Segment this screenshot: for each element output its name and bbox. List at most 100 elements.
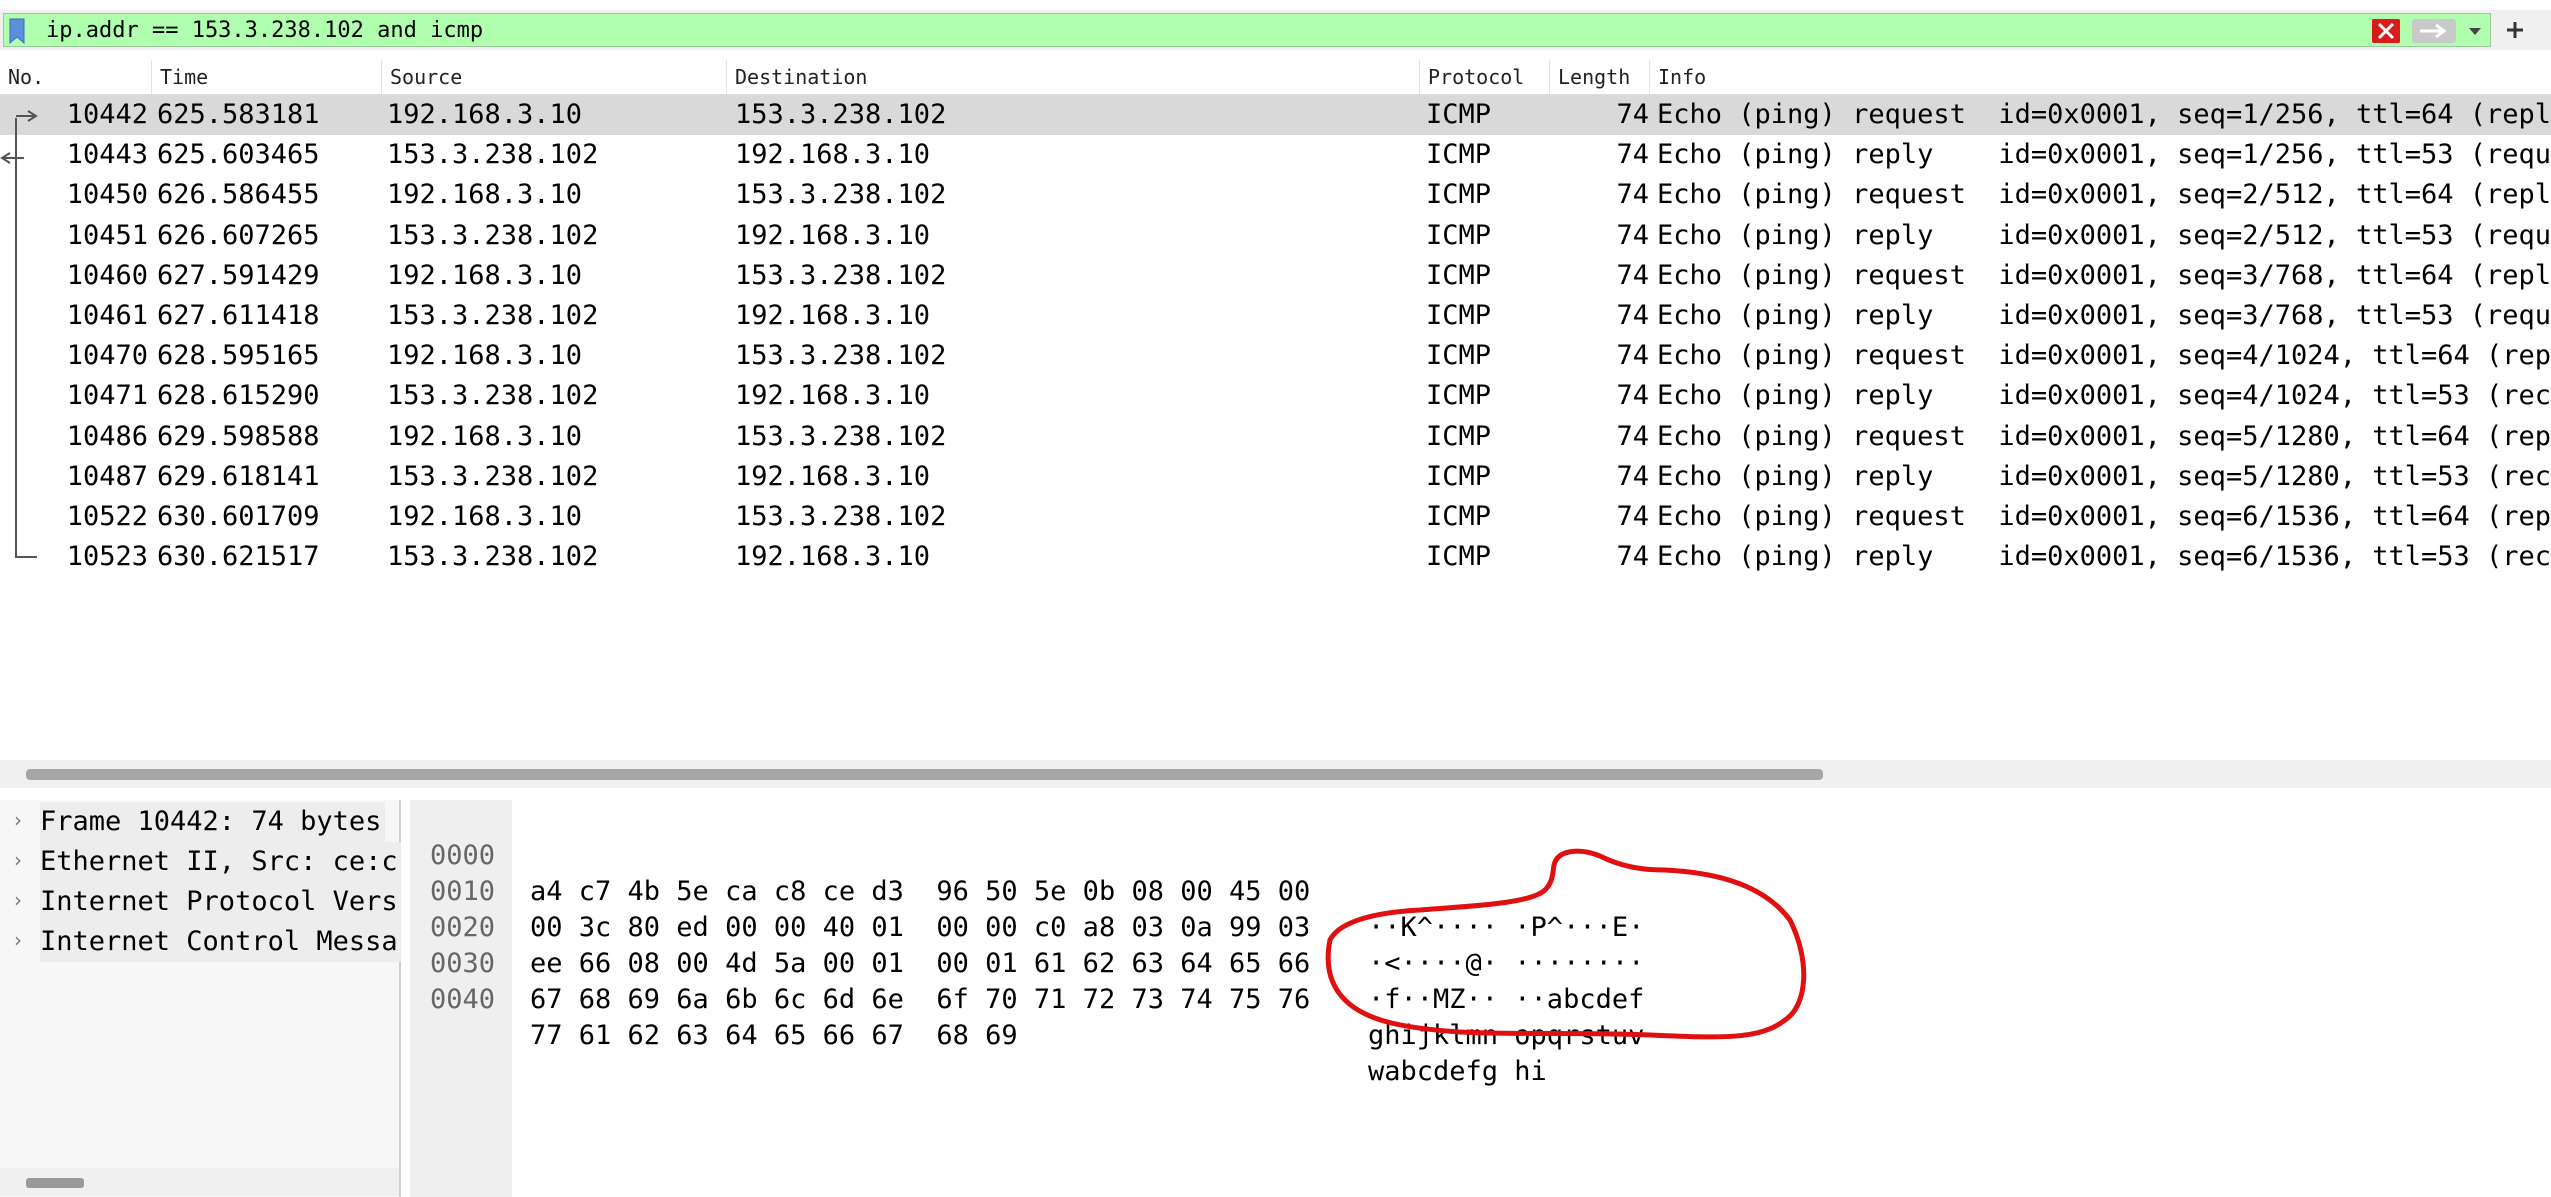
plus-icon[interactable] (2500, 14, 2530, 46)
display-filter-input[interactable]: ip.addr == 153.3.238.102 and icmp (3, 13, 2491, 47)
column-header-source[interactable]: Source (382, 60, 727, 94)
packet-destination: 192.168.3.10 (735, 139, 931, 171)
packet-info: Echo (ping) reply id=0x0001, seq=4/1024,… (1657, 380, 2551, 412)
packet-protocol: ICMP (1426, 501, 1492, 532)
packet-time: 630.621517 (157, 541, 320, 573)
packet-row[interactable]: 10460 627.591429 192.168.3.10 153.3.238.102… (0, 256, 2551, 296)
bytes-row: 0020 ee 66 08 00 4d 5a 00 01 00 01 61 62… (410, 874, 1644, 1015)
column-header-no[interactable]: No. (0, 60, 152, 94)
packet-number: 10523 (66, 541, 148, 573)
packet-length: 74 (1616, 219, 1649, 251)
packet-source: 153.3.238.102 (387, 541, 599, 573)
chevron-down-icon[interactable] (2464, 19, 2486, 43)
packet-number: 10450 (66, 179, 148, 211)
packet-number: 10461 (66, 300, 148, 331)
column-header-time[interactable]: Time (152, 60, 382, 94)
column-header-destination[interactable]: Destination (727, 60, 1420, 94)
packet-time: 628.615290 (157, 380, 320, 412)
bytes-hex[interactable]: 77 61 62 63 64 65 66 67 68 69 (530, 1018, 1018, 1054)
packet-number: 10486 (66, 420, 148, 452)
bytes-ascii[interactable]: ghijklmn opqrstuv (1368, 1018, 1644, 1054)
packet-time: 626.586455 (157, 179, 320, 211)
packet-info: Echo (ping) reply id=0x0001, seq=3/768, … (1657, 300, 2551, 331)
details-scrollbar[interactable] (0, 1168, 399, 1196)
packet-row[interactable]: 10486 629.598588 192.168.3.10 153.3.238.102… (0, 417, 2551, 457)
bytes-row: 0000 a4 c7 4b 5e ca c8 ce d3 96 50 5e 0b… (410, 802, 1644, 943)
tree-item-label: Ethernet II, Src: ce:c (40, 842, 401, 882)
packet-destination: 153.3.238.102 (735, 179, 947, 211)
packet-source: 153.3.238.102 (387, 460, 599, 492)
packet-row[interactable]: 10442 625.583181 192.168.3.10 153.3.238.102… (0, 95, 2551, 135)
packet-number: 10442 (66, 99, 148, 130)
tree-item-ethernet[interactable]: › Ethernet II, Src: ce:c (0, 842, 401, 882)
bytes-ascii[interactable]: wabcdefg hi (1368, 1054, 1547, 1090)
column-header-info[interactable]: Info (1650, 60, 2551, 94)
packet-protocol: ICMP (1426, 99, 1492, 130)
packet-bytes-pane: 0000 a4 c7 4b 5e ca c8 ce d3 96 50 5e 0b… (410, 800, 2551, 1197)
packet-protocol: ICMP (1426, 541, 1492, 573)
bookmark-icon[interactable] (8, 18, 26, 44)
packet-source: 192.168.3.10 (387, 340, 583, 372)
packet-destination: 192.168.3.10 (735, 219, 931, 251)
packet-destination: 192.168.3.10 (735, 460, 931, 492)
packet-row[interactable]: 10461 627.611418 153.3.238.102 192.168.3.10… (0, 296, 2551, 336)
chevron-right-icon[interactable]: › (14, 848, 22, 872)
clear-filter-icon[interactable] (2372, 19, 2400, 43)
packet-number: 10443 (66, 139, 148, 171)
tree-item-ip[interactable]: › Internet Protocol Vers (0, 882, 401, 922)
packet-info: Echo (ping) request id=0x0001, seq=2/512… (1657, 179, 2551, 211)
column-header-length[interactable]: Length (1550, 60, 1650, 94)
packet-source: 192.168.3.10 (387, 179, 583, 211)
packet-number: 10451 (66, 219, 148, 251)
packet-source: 192.168.3.10 (387, 99, 583, 130)
tree-item-icmp[interactable]: › Internet Control Messa (0, 922, 401, 962)
column-header-protocol[interactable]: Protocol (1420, 60, 1550, 94)
packet-info: Echo (ping) request id=0x0001, seq=4/102… (1657, 340, 2551, 372)
display-filter-bar: ip.addr == 153.3.238.102 and icmp (0, 10, 2551, 50)
packet-length: 74 (1616, 139, 1649, 171)
packet-row[interactable]: 10451 626.607265 153.3.238.102 192.168.3.10… (0, 216, 2551, 256)
packet-list-scrollbar[interactable] (0, 760, 2551, 788)
packet-source: 153.3.238.102 (387, 219, 599, 251)
packet-destination: 192.168.3.10 (735, 541, 931, 573)
packet-length: 74 (1616, 99, 1649, 130)
packet-list: 10442 625.583181 192.168.3.10 153.3.238.102… (0, 95, 2551, 755)
packet-source: 192.168.3.10 (387, 259, 583, 291)
chevron-right-icon[interactable]: › (14, 808, 22, 832)
packet-row[interactable]: 10487 629.618141 153.3.238.102 192.168.3.10… (0, 457, 2551, 497)
packet-info: Echo (ping) reply id=0x0001, seq=6/1536,… (1657, 541, 2551, 573)
filter-expression[interactable]: ip.addr == 153.3.238.102 and icmp (46, 16, 483, 46)
bytes-hex[interactable]: 00 3c 80 ed 00 00 40 01 00 00 c0 a8 03 0… (530, 910, 1310, 946)
packet-length: 74 (1616, 541, 1649, 573)
packet-length: 74 (1616, 340, 1649, 372)
apply-arrow-icon[interactable] (2412, 19, 2456, 43)
bytes-hex[interactable]: ee 66 08 00 4d 5a 00 01 00 01 61 62 63 6… (530, 946, 1310, 982)
scrollbar-thumb[interactable] (26, 1178, 84, 1188)
packet-row[interactable]: 10522 630.601709 192.168.3.10 153.3.238.102… (0, 497, 2551, 537)
tree-item-frame[interactable]: › Frame 10442: 74 bytes (0, 802, 401, 842)
packet-info: Echo (ping) reply id=0x0001, seq=2/512, … (1657, 219, 2551, 251)
packet-info: Echo (ping) request id=0x0001, seq=3/768… (1657, 259, 2551, 291)
packet-destination: 192.168.3.10 (735, 380, 931, 412)
packet-row[interactable]: 10450 626.586455 192.168.3.10 153.3.238.102… (0, 175, 2551, 215)
packet-time: 627.611418 (157, 300, 320, 331)
packet-number: 10471 (66, 380, 148, 412)
bytes-ascii[interactable]: ·<····@· ········ (1368, 946, 1644, 982)
chevron-right-icon[interactable]: › (14, 928, 22, 952)
packet-time: 626.607265 (157, 219, 320, 251)
packet-row[interactable]: 10470 628.595165 192.168.3.10 153.3.238.102… (0, 336, 2551, 376)
bytes-hex[interactable]: 67 68 69 6a 6b 6c 6d 6e 6f 70 71 72 73 7… (530, 982, 1310, 1018)
packet-destination: 192.168.3.10 (735, 300, 931, 331)
packet-destination: 153.3.238.102 (735, 420, 947, 452)
packet-time: 627.591429 (157, 259, 320, 291)
packet-row[interactable]: 10471 628.615290 153.3.238.102 192.168.3.10… (0, 376, 2551, 416)
chevron-right-icon[interactable]: › (14, 888, 22, 912)
bytes-ascii[interactable]: ··K^···· ·P^···E· (1368, 910, 1644, 946)
bytes-hex[interactable]: a4 c7 4b 5e ca c8 ce d3 96 50 5e 0b 08 0… (530, 874, 1310, 910)
bytes-ascii[interactable]: ·f··MZ·· ··abcdef (1368, 982, 1644, 1018)
packet-row[interactable]: 10523 630.621517 153.3.238.102 192.168.3.10… (0, 537, 2551, 577)
packet-row[interactable]: 10443 625.603465 153.3.238.102 192.168.3.10… (0, 135, 2551, 175)
packet-source: 192.168.3.10 (387, 501, 583, 532)
conversation-bracket (15, 118, 17, 558)
scrollbar-thumb[interactable] (26, 769, 1823, 780)
